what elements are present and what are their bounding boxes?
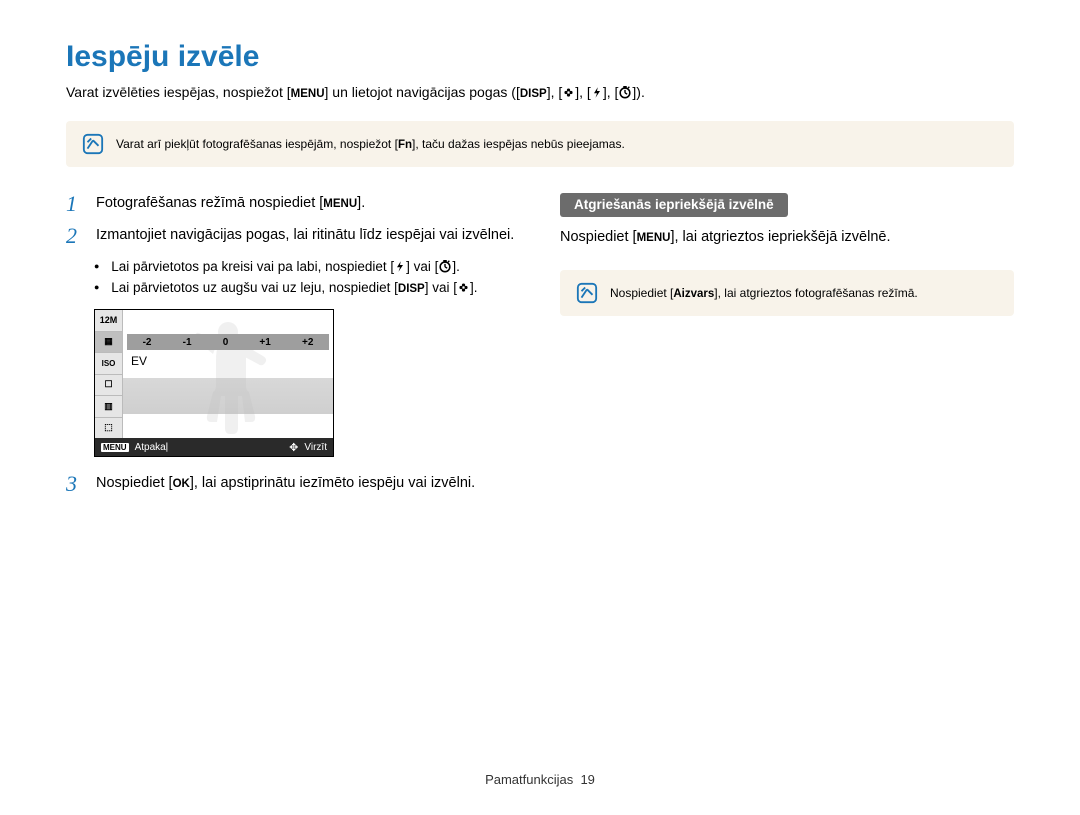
- menu-button-label: MENU: [291, 88, 325, 100]
- page-title: Iespēju izvēle: [66, 40, 1014, 74]
- timer-icon: [618, 85, 632, 99]
- page-footer: Pamatfunkcijas 19: [0, 772, 1080, 787]
- flash-icon: [591, 86, 603, 99]
- flash-icon: [394, 260, 406, 273]
- move-label: Virzīt: [304, 442, 327, 453]
- note-box: Nospiediet [Aizvars], lai atgrieztos fot…: [560, 270, 1014, 316]
- note-box: Varat arī piekļūt fotografēšanas iespējā…: [66, 121, 1014, 167]
- iso-icon: ISO: [95, 353, 122, 375]
- right-paragraph: Nospiediet [MENU], lai atgrieztos ieprie…: [560, 227, 1014, 248]
- macro-icon: [457, 281, 470, 294]
- timer-icon: [438, 259, 452, 273]
- ok-button-label: OK: [173, 478, 190, 490]
- camera-screenshot: 12M ▦ ISO ☐ ▥ ⬚: [94, 309, 334, 457]
- list-item: Lai pārvietotos pa kreisi vai pa labi, n…: [94, 257, 520, 278]
- right-column: Atgriešanās iepriekšējā izvēlnē Nospiedi…: [560, 193, 1014, 505]
- metering-icon: ▥: [95, 396, 122, 418]
- step-3: 3 Nospiediet [OK], lai apstiprinātu iezī…: [66, 473, 520, 495]
- note-icon: [576, 282, 598, 304]
- camera-side-icons: 12M ▦ ISO ☐ ▥ ⬚: [95, 310, 123, 438]
- grid-icon: ▦: [95, 332, 122, 354]
- camera-bottom-bar: MENU Atpakaļ ✥ Virzīt: [95, 438, 333, 456]
- subheading: Atgriešanās iepriekšējā izvēlnē: [560, 193, 788, 217]
- menu-button-label: MENU: [637, 232, 671, 244]
- frame-icon: ⬚: [95, 418, 122, 439]
- ev-label: EV: [131, 354, 147, 368]
- fn-button-label: Fn: [398, 139, 412, 151]
- step-1: 1 Fotografēšanas režīmā nospiediet [MENU…: [66, 193, 520, 215]
- shutter-button-label: Aizvars: [673, 288, 714, 300]
- step-2: 2 Izmantojiet navigācijas pogas, lai rit…: [66, 225, 520, 247]
- macro-icon: [562, 86, 575, 99]
- back-label: Atpakaļ: [135, 442, 168, 453]
- step-number: 1: [66, 193, 86, 215]
- disp-button-label: DISP: [520, 88, 547, 100]
- step-number: 3: [66, 473, 86, 495]
- ev-bar: -2 -1 0 +1 +2: [127, 334, 329, 350]
- disp-button-label: DISP: [398, 283, 425, 295]
- menu-button-label: MENU: [323, 198, 357, 210]
- left-column: 1 Fotografēšanas režīmā nospiediet [MENU…: [66, 193, 520, 505]
- bullet-list: Lai pārvietotos pa kreisi vai pa labi, n…: [94, 257, 520, 299]
- megapixel-icon: 12M: [95, 310, 122, 332]
- list-item: Lai pārvietotos uz augšu vai uz leju, no…: [94, 278, 520, 299]
- menu-label: MENU: [101, 443, 129, 452]
- step-number: 2: [66, 225, 86, 247]
- note-icon: [82, 133, 104, 155]
- move-icon: ✥: [289, 441, 298, 454]
- intro-text: Varat izvēlēties iespējas, nospiežot [ME…: [66, 82, 1014, 103]
- af-icon: ☐: [95, 375, 122, 397]
